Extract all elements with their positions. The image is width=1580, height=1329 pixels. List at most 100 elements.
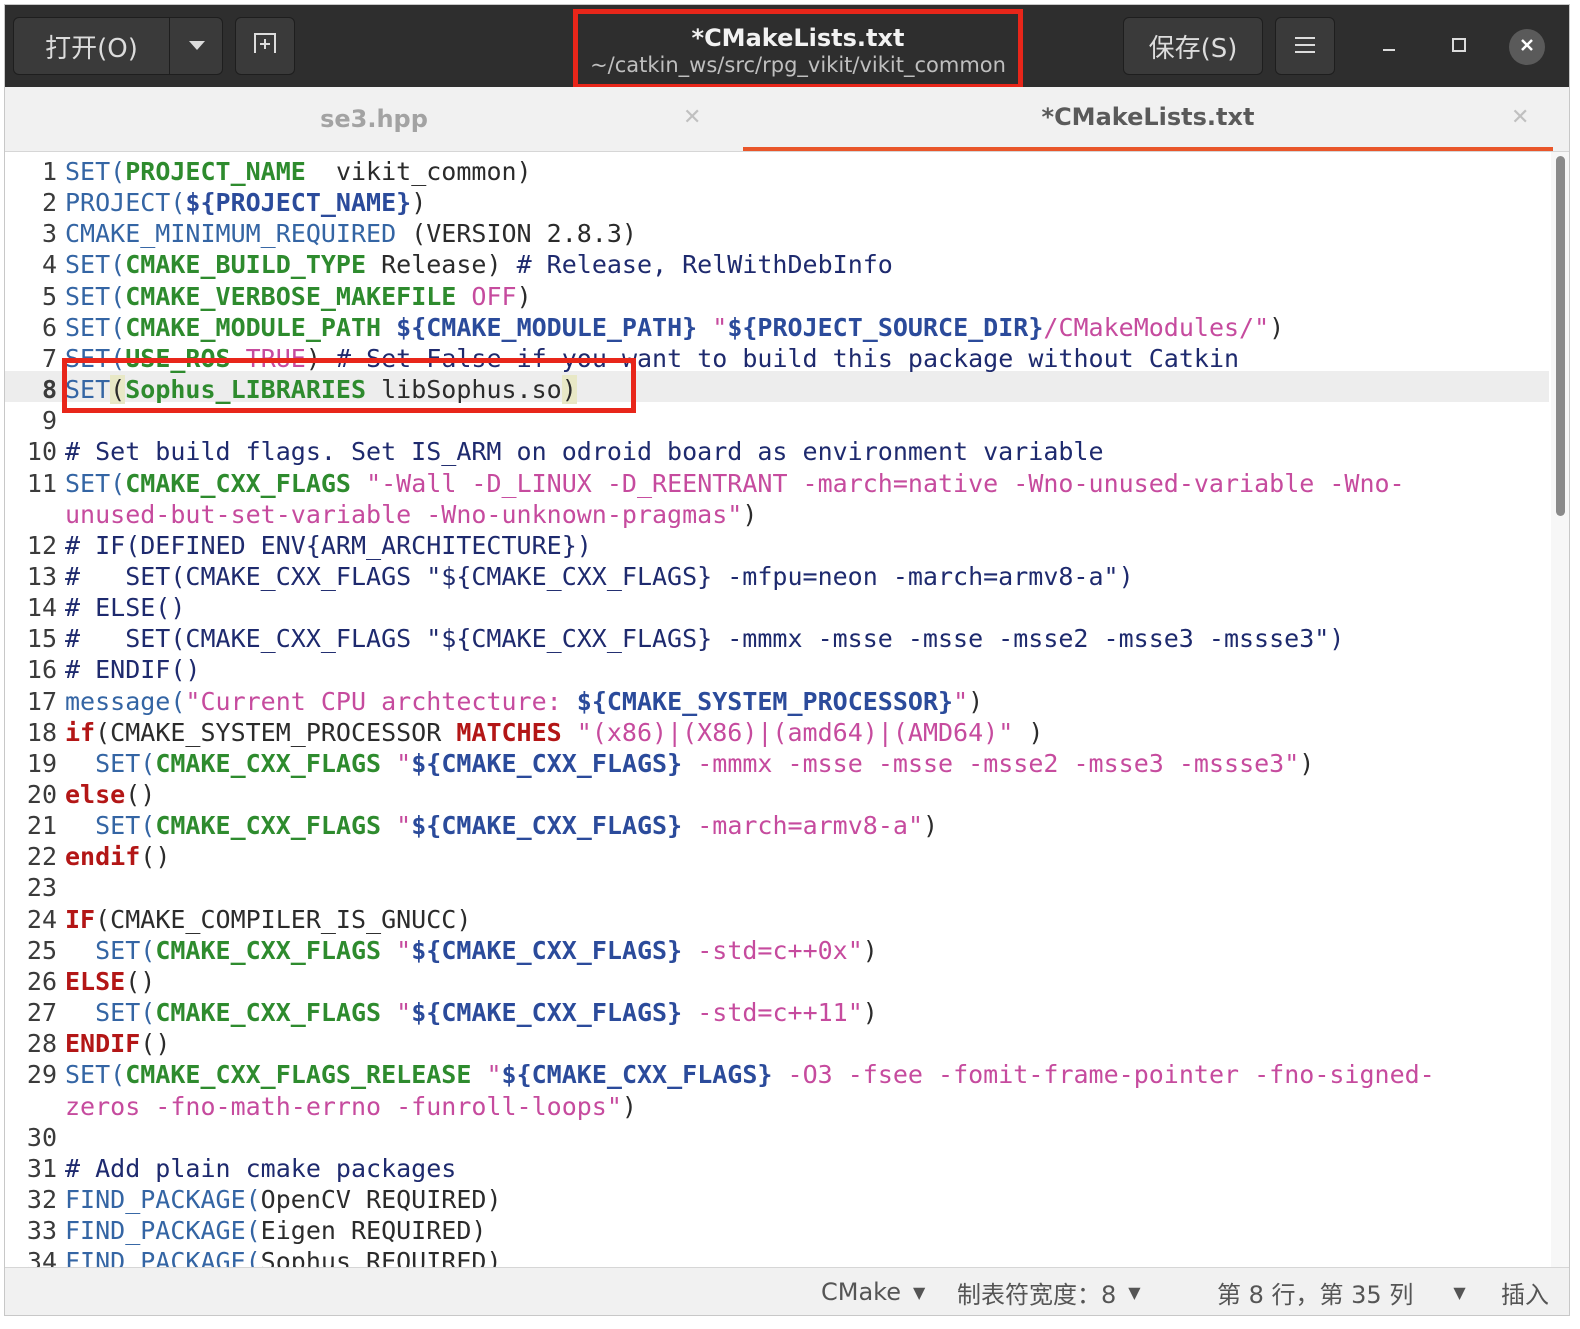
tab-se3-hpp[interactable]: se3.hpp ✕ bbox=[5, 87, 743, 151]
code-token: ) bbox=[1269, 312, 1285, 342]
code-line[interactable]: # SET(CMAKE_CXX_FLAGS "${CMAKE_CXX_FLAGS… bbox=[65, 561, 1134, 592]
code-line[interactable]: zeros -fno-math-errno -funroll-loops") bbox=[65, 1091, 637, 1122]
code-line[interactable]: SET(CMAKE_CXX_FLAGS "${CMAKE_CXX_FLAGS} … bbox=[65, 935, 878, 966]
code-line[interactable]: # Set build flags. Set IS_ARM on odroid … bbox=[65, 436, 1104, 467]
code-token: # ELSE() bbox=[65, 593, 186, 623]
code-line[interactable]: else() bbox=[65, 779, 155, 810]
cursor-position-selector[interactable]: 第 8 行，第 35 列 ▼ bbox=[1217, 1268, 1466, 1315]
minimize-button[interactable] bbox=[1369, 27, 1409, 67]
code-line[interactable]: SET(CMAKE_CXX_FLAGS_RELEASE "${CMAKE_CXX… bbox=[65, 1059, 1435, 1090]
language-selector[interactable]: CMake ▼ bbox=[821, 1268, 926, 1315]
code-line[interactable]: SET(CMAKE_CXX_FLAGS "-Wall -D_LINUX -D_R… bbox=[65, 468, 1405, 499]
tab-label: *CMakeLists.txt bbox=[1041, 103, 1255, 131]
insert-mode-label: 插入 bbox=[1501, 1280, 1549, 1309]
code-token: ) bbox=[1013, 717, 1044, 747]
code-line[interactable]: SET(CMAKE_CXX_FLAGS "${CMAKE_CXX_FLAGS} … bbox=[65, 810, 938, 841]
line-number: 28 bbox=[26, 1029, 57, 1059]
code-token: ${CMAKE_CXX_FLAGS} bbox=[411, 748, 683, 778]
tab-close-icon[interactable]: ✕ bbox=[683, 105, 701, 130]
tab-close-icon[interactable]: ✕ bbox=[1511, 105, 1529, 130]
code-line[interactable]: SET(CMAKE_MODULE_PATH ${CMAKE_MODULE_PAT… bbox=[65, 312, 1284, 343]
code-editor[interactable]: 1 2 3 4 5 6 7 8 9 10 11 12 13 14 15 16 17 18 19 20 21 22 23 24 2… bbox=[5, 152, 1549, 1267]
line-number: 8 bbox=[41, 375, 57, 405]
tab-width-label: 制表符宽度：8 bbox=[957, 1280, 1117, 1309]
new-tab-button[interactable] bbox=[235, 17, 295, 75]
code-line[interactable]: # ELSE() bbox=[65, 592, 185, 623]
maximize-button[interactable] bbox=[1439, 27, 1479, 67]
code-token: # Release, RelWithDebInfo bbox=[516, 250, 893, 280]
code-line[interactable]: # ENDIF() bbox=[65, 654, 200, 685]
line-number: 18 bbox=[26, 717, 57, 747]
code-token: OFF bbox=[471, 281, 517, 311]
code-line[interactable]: # Add plain cmake packages bbox=[65, 1153, 456, 1184]
code-token: " bbox=[396, 998, 412, 1028]
open-button[interactable]: 打开(O) bbox=[13, 17, 223, 75]
code-token: -std=c++0x" bbox=[682, 935, 863, 965]
code-line[interactable]: SET(CMAKE_VERBOSE_MAKEFILE OFF) bbox=[65, 281, 532, 312]
save-button[interactable]: 保存(S) bbox=[1123, 17, 1263, 75]
code-line[interactable]: # SET(CMAKE_CXX_FLAGS "${CMAKE_CXX_FLAGS… bbox=[65, 623, 1344, 654]
code-line[interactable]: FIND_PACKAGE(Sophus REQUIRED) bbox=[65, 1246, 502, 1267]
line-number: 24 bbox=[26, 904, 57, 934]
code-token: -mmmx -msse -msse -msse2 -msse3 -mssse3" bbox=[682, 748, 1300, 778]
code-token: ${PROJECT_SOURCE_DIR} bbox=[727, 312, 1044, 342]
code-token: CMAKE_CXX_FLAGS bbox=[125, 468, 351, 498]
code-line[interactable]: message("Current CPU archtecture: ${CMAK… bbox=[65, 686, 983, 717]
code-line[interactable]: IF(CMAKE_COMPILER_IS_GNUCC) bbox=[65, 904, 471, 935]
vertical-scrollbar[interactable] bbox=[1551, 152, 1569, 1267]
tab-cmakelists[interactable]: *CMakeLists.txt ✕ bbox=[743, 87, 1553, 151]
code-token: (VERSION 2.8.3) bbox=[396, 219, 637, 249]
code-token: CMAKE_CXX_FLAGS bbox=[155, 998, 382, 1028]
code-line[interactable]: FIND_PACKAGE(Eigen REQUIRED) bbox=[65, 1215, 486, 1246]
code-token: ) bbox=[516, 281, 532, 311]
minimize-icon bbox=[1381, 37, 1397, 57]
code-token: ) bbox=[1299, 748, 1315, 778]
code-line[interactable]: PROJECT(${PROJECT_NAME}) bbox=[65, 187, 426, 218]
code-token: OpenCV REQUIRED) bbox=[260, 1184, 502, 1214]
tab-width-selector[interactable]: 制表符宽度：8 ▼ bbox=[957, 1268, 1141, 1315]
line-number: 21 bbox=[26, 811, 57, 841]
menu-button[interactable] bbox=[1275, 17, 1335, 75]
code-token: ${CMAKE_CXX_FLAGS} bbox=[411, 935, 683, 965]
code-line[interactable]: SET(CMAKE_CXX_FLAGS "${CMAKE_CXX_FLAGS} … bbox=[65, 748, 1314, 779]
code-token: FIND_PACKAGE( bbox=[65, 1184, 261, 1214]
code-line[interactable]: SET(PROJECT_NAME vikit_common) bbox=[65, 156, 532, 187]
scrollbar-thumb[interactable] bbox=[1556, 156, 1565, 516]
code-line[interactable]: FIND_PACKAGE(OpenCV REQUIRED) bbox=[65, 1184, 502, 1215]
code-token: SET( bbox=[65, 250, 126, 280]
hamburger-menu-icon bbox=[1294, 31, 1316, 61]
code-line[interactable]: # IF(DEFINED ENV{ARM_ARCHITECTURE}) bbox=[65, 530, 592, 561]
code-token: ) bbox=[411, 188, 427, 218]
code-token: CMAKE_CXX_FLAGS bbox=[155, 935, 382, 965]
code-token: SET( bbox=[95, 935, 156, 965]
close-window-button[interactable] bbox=[1509, 29, 1545, 65]
code-line[interactable]: SET(CMAKE_CXX_FLAGS "${CMAKE_CXX_FLAGS} … bbox=[65, 997, 878, 1028]
code-token: ${CMAKE_MODULE_PATH} bbox=[396, 312, 698, 342]
code-token: SET( bbox=[95, 748, 156, 778]
code-line[interactable]: ELSE() bbox=[65, 966, 155, 997]
code-line[interactable]: endif() bbox=[65, 841, 170, 872]
chevron-down-icon: ▼ bbox=[912, 1282, 926, 1302]
code-line[interactable]: ENDIF() bbox=[65, 1028, 170, 1059]
code-token: ) bbox=[862, 998, 878, 1028]
maximize-icon bbox=[1451, 37, 1467, 57]
code-line[interactable]: unused-but-set-variable -Wno-unknown-pra… bbox=[65, 499, 757, 530]
code-token: SET( bbox=[65, 468, 126, 498]
code-token: SET( bbox=[65, 281, 126, 311]
code-token: (CMAKE_COMPILER_IS_GNUCC) bbox=[95, 904, 472, 934]
insert-mode-indicator[interactable]: 插入 bbox=[1501, 1268, 1549, 1315]
code-token: Eigen REQUIRED) bbox=[260, 1216, 487, 1246]
code-token: "(x86)|(X86)|(amd64)|(AMD64)" bbox=[576, 717, 1014, 747]
code-line[interactable]: SET(CMAKE_BUILD_TYPE Release) # Release,… bbox=[65, 249, 893, 280]
code-token: " bbox=[486, 1060, 502, 1090]
code-line[interactable]: if(CMAKE_SYSTEM_PROCESSOR MATCHES "(x86)… bbox=[65, 717, 1043, 748]
code-line[interactable]: CMAKE_MINIMUM_REQUIRED (VERSION 2.8.3) bbox=[65, 218, 637, 249]
code-token: PROJECT_NAME bbox=[125, 157, 306, 186]
code-token: ) bbox=[742, 499, 758, 529]
chevron-down-icon[interactable] bbox=[170, 18, 224, 74]
